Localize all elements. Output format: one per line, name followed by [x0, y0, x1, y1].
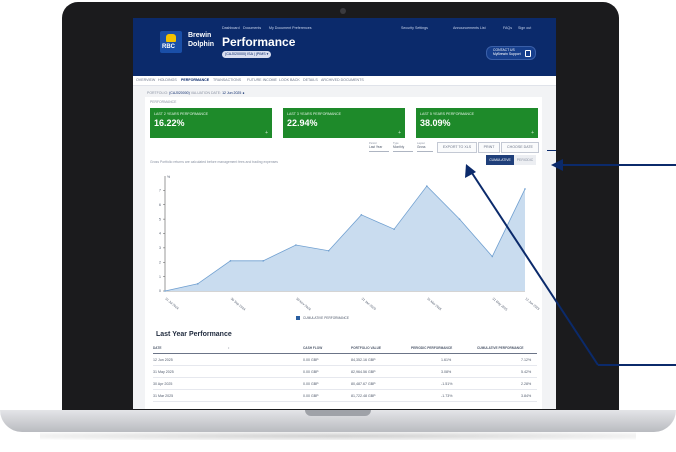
arrow-to-toggle	[551, 159, 676, 171]
callout-arrows	[465, 159, 676, 366]
arrow-to-export	[465, 164, 676, 366]
